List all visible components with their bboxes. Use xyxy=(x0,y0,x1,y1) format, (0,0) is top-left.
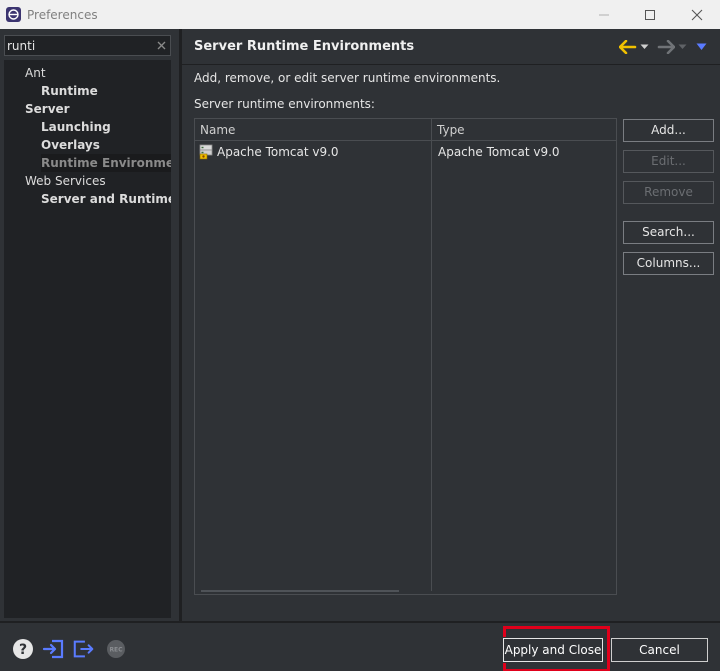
runtime-name: Apache Tomcat v9.0 xyxy=(217,145,339,159)
table-row[interactable]: Apache Tomcat v9.0 Apache Tomcat v9.0 xyxy=(195,142,616,162)
forward-nav-button[interactable] xyxy=(657,38,687,56)
tree-item-runtime-environments[interactable]: Runtime Environments xyxy=(41,154,171,172)
filter-input-value[interactable]: runti xyxy=(5,39,152,53)
tree-item-launching[interactable]: Launching xyxy=(41,118,111,136)
help-icon[interactable]: ? xyxy=(11,638,35,660)
columns-button[interactable]: Columns... xyxy=(623,252,714,275)
table-cell-type: Apache Tomcat v9.0 xyxy=(438,145,560,159)
window-title: Preferences xyxy=(27,7,98,22)
runtime-environments-table[interactable]: Name Type Apache Tomcat v9.0 Apache Tomc… xyxy=(194,118,617,595)
tree-item-server-and-runtime[interactable]: Server and Runtime xyxy=(41,190,171,208)
column-header-type[interactable]: Type xyxy=(432,119,616,141)
close-button[interactable] xyxy=(674,0,720,29)
tree-item-ant[interactable]: Ant xyxy=(25,64,46,82)
minimize-button[interactable] xyxy=(581,0,627,29)
svg-text:REC: REC xyxy=(109,647,123,654)
column-header-name[interactable]: Name xyxy=(195,119,432,141)
table-cell-name[interactable]: Apache Tomcat v9.0 xyxy=(199,142,339,162)
svg-text:?: ? xyxy=(19,642,27,658)
horizontal-scrollbar[interactable] xyxy=(201,590,399,592)
clear-filter-icon[interactable] xyxy=(152,36,170,55)
preference-page: Server Runtime Environments Add, remove,… xyxy=(182,29,720,621)
record-icon[interactable]: REC xyxy=(104,638,128,660)
tree-item-web-services[interactable]: Web Services xyxy=(25,172,106,190)
back-nav-button[interactable] xyxy=(619,38,649,56)
edit-button[interactable]: Edit... xyxy=(623,150,714,173)
cancel-button[interactable]: Cancel xyxy=(611,638,708,662)
filter-input[interactable]: runti xyxy=(4,35,171,56)
tree-item-overlays[interactable]: Overlays xyxy=(41,136,100,154)
tree-item-ant-runtime[interactable]: Runtime xyxy=(41,82,98,100)
eclipse-app-icon xyxy=(6,7,21,22)
runtime-list-label: Server runtime environments: xyxy=(194,97,375,111)
preferences-navigation-panel: runti Ant Runtime Server Launching Overl… xyxy=(0,29,182,621)
maximize-button[interactable] xyxy=(627,0,673,29)
preferences-tree: Ant Runtime Server Launching Overlays Ru… xyxy=(4,60,171,618)
dialog-button-bar: ? REC Apply and Close Cancel xyxy=(0,621,720,671)
import-icon[interactable] xyxy=(42,638,66,660)
add-button[interactable]: Add... xyxy=(623,119,714,142)
remove-button[interactable]: Remove xyxy=(623,181,714,204)
search-button[interactable]: Search... xyxy=(623,221,714,244)
column-divider xyxy=(431,141,432,591)
table-header: Name Type xyxy=(195,119,616,141)
page-description: Add, remove, or edit server runtime envi… xyxy=(194,71,501,85)
page-title: Server Runtime Environments xyxy=(194,39,415,54)
view-menu-chevron-down-icon[interactable] xyxy=(696,38,707,56)
tree-item-server[interactable]: Server xyxy=(25,100,70,118)
apply-and-close-button[interactable]: Apply and Close xyxy=(502,637,604,663)
export-icon[interactable] xyxy=(72,638,96,660)
tomcat-server-icon xyxy=(199,144,213,160)
title-bar: Preferences xyxy=(0,0,720,29)
